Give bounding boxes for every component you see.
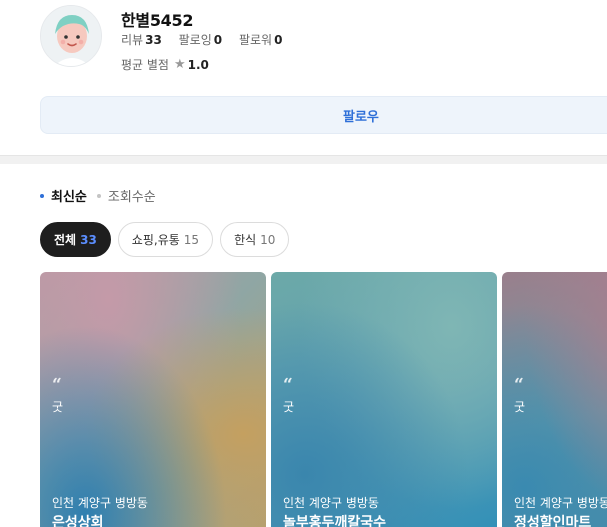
review-snippet: 굿 — [52, 400, 64, 414]
stat-followers-label: 팔로워 — [238, 33, 273, 47]
filter-chip-count: 10 — [260, 232, 276, 247]
filter-chip-label: 쇼핑,유통 — [131, 233, 180, 247]
profile-header: 한별5452 리뷰 33 팔로잉 0 팔로워 0 평균 별점 ★ 1.0 팔로우 — [0, 0, 607, 155]
place-location: 인천 계양구 병방동 — [514, 496, 607, 510]
follow-button[interactable]: 팔로우 — [40, 96, 607, 134]
inactive-dot-icon — [96, 193, 101, 198]
profile-avatar-icon — [41, 6, 101, 66]
sort-views[interactable]: 조회수순 — [96, 186, 156, 205]
stat-following-label: 팔로잉 — [178, 33, 212, 47]
stat-followers[interactable]: 팔로워 0 — [239, 33, 282, 47]
profile-stats: 리뷰 33 팔로잉 0 팔로워 0 — [121, 31, 295, 48]
review-card[interactable]: “ 굿 인천 계양구 병방동 정성할인마트 — [502, 272, 607, 527]
filter-chip-count: 15 — [183, 232, 200, 247]
sort-latest[interactable]: 최신순 — [40, 186, 87, 205]
place-name: 은성상회 — [52, 515, 104, 527]
filter-chip-shopping[interactable]: 쇼핑,유통 15 — [117, 222, 214, 257]
review-snippet: 굿 — [283, 400, 295, 414]
stat-reviews[interactable]: 리뷰 33 — [121, 33, 166, 47]
review-card[interactable]: “ 굿 인천 계양구 병방동 놀부홍두깨칼국수 — [271, 272, 497, 527]
profile-name: 한별5452 — [121, 11, 194, 30]
place-location: 인천 계양구 병방동 — [52, 496, 148, 510]
quote-icon: “ — [52, 375, 62, 395]
quote-icon: “ — [514, 375, 524, 395]
place-name: 놀부홍두깨칼국수 — [283, 515, 387, 527]
follow-button-label: 팔로우 — [343, 109, 379, 125]
sort-options: 최신순 조회수순 — [40, 186, 166, 205]
place-location: 인천 계양구 병방동 — [283, 496, 379, 510]
stat-reviews-label: 리뷰 — [121, 33, 144, 47]
sort-latest-label: 최신순 — [51, 190, 87, 205]
sort-views-label: 조회수순 — [107, 190, 156, 205]
quote-icon: “ — [283, 375, 293, 395]
filter-chip-label: 한식 — [234, 233, 257, 247]
review-card[interactable]: “ 굿 인천 계양구 병방동 은성상회 — [40, 272, 266, 527]
rating-label: 평균 별점 — [121, 58, 169, 72]
stat-followers-value: 0 — [274, 33, 283, 47]
category-filters: 전체 33 쇼핑,유통 15 한식 10 — [40, 222, 290, 257]
average-rating: 평균 별점 ★ 1.0 — [121, 56, 209, 73]
active-dot-icon — [40, 193, 44, 198]
review-card-list: “ 굿 인천 계양구 병방동 은성상회 “ 굿 인천 계양구 병방동 놀부홍두깨… — [40, 272, 607, 527]
review-snippet: 굿 — [514, 400, 526, 414]
filter-chip-label: 전체 — [54, 233, 77, 247]
stat-following[interactable]: 팔로잉 0 — [179, 33, 226, 47]
rating-value: 1.0 — [187, 57, 209, 72]
stat-reviews-value: 33 — [145, 33, 162, 47]
section-divider — [0, 155, 607, 164]
filter-chip-korean[interactable]: 한식 10 — [220, 222, 290, 257]
stat-following-value: 0 — [213, 33, 223, 47]
filter-chip-count: 33 — [80, 232, 97, 247]
avatar[interactable] — [40, 5, 102, 67]
star-icon: ★ — [173, 57, 186, 72]
place-name: 정성할인마트 — [514, 515, 592, 527]
filter-chip-all[interactable]: 전체 33 — [40, 222, 111, 257]
